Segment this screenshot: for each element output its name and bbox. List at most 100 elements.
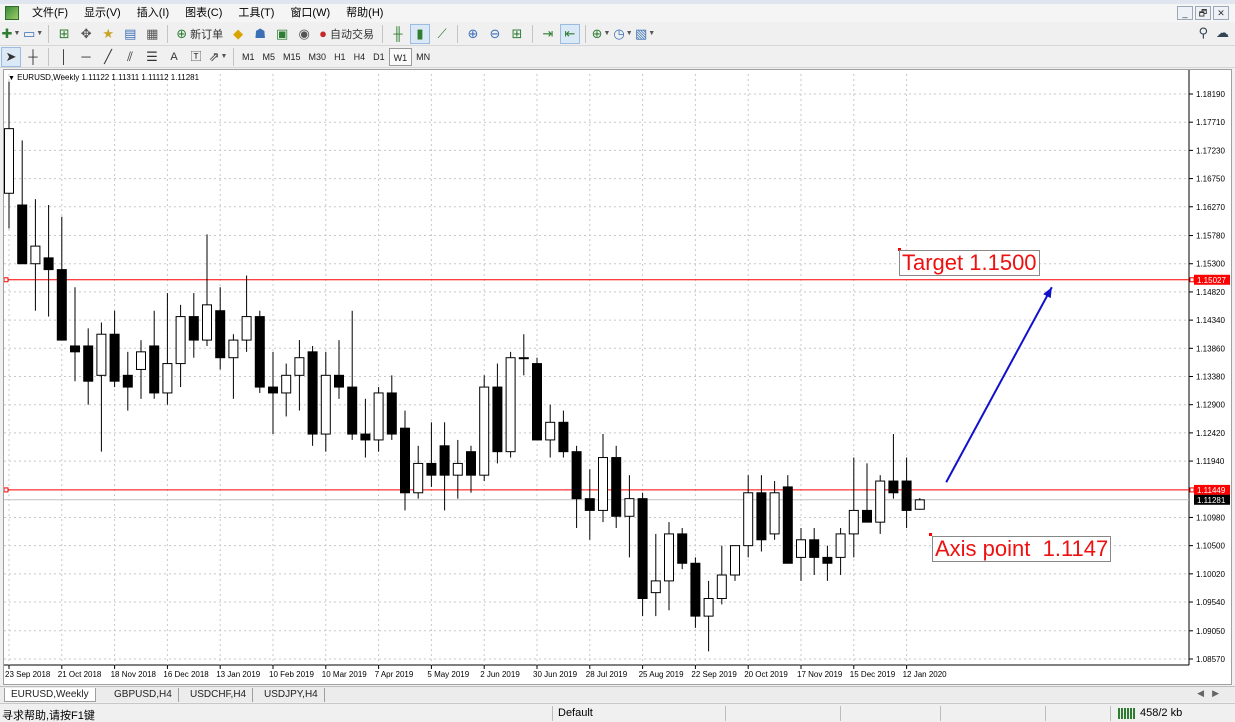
strategy-tester-button[interactable]: ▦ [142, 24, 162, 44]
signals-button[interactable]: ▣ [272, 24, 292, 44]
candle-bearish[interactable] [109, 333, 120, 382]
candle-bullish[interactable] [136, 351, 146, 370]
candle-bullish[interactable] [835, 533, 846, 558]
candle-bearish[interactable] [492, 386, 503, 453]
candle-bearish[interactable] [558, 421, 569, 453]
timeframe-h4[interactable]: H4 [350, 48, 370, 66]
candle-bullish[interactable] [96, 333, 107, 376]
chart-window[interactable]: 1.18190 1.17710 1.17230 1.16750 1.16270 1.157… [3, 69, 1232, 685]
candle-bullish[interactable] [505, 357, 516, 453]
navigator-button[interactable]: ★ [98, 24, 118, 44]
menu-tools[interactable]: 工具(T) [230, 4, 282, 22]
candle-bullish[interactable] [241, 316, 252, 341]
candle-bullish[interactable] [162, 363, 173, 394]
minimize-button[interactable]: _ [1177, 6, 1193, 20]
toggle-button[interactable]: ◉ [294, 24, 314, 44]
candle-bullish[interactable] [598, 457, 608, 511]
cursor-button[interactable]: ➤ [1, 46, 21, 67]
timeframe-m5[interactable]: M5 [259, 48, 280, 66]
candle-bearish[interactable] [43, 257, 54, 271]
axis-point-annotation[interactable]: Axis point 1.1147 [932, 536, 1112, 562]
candle-bearish[interactable] [677, 533, 688, 564]
candle-bearish[interactable] [149, 345, 160, 394]
trend-arrow-line[interactable] [945, 286, 1053, 483]
horizontal-line-button[interactable]: ─ [76, 47, 96, 67]
candle-bearish[interactable] [862, 509, 872, 523]
candle-bullish[interactable] [228, 339, 239, 359]
menu-file[interactable]: 文件(F) [24, 4, 76, 22]
zoom-out-button[interactable]: ⊖ [485, 24, 505, 44]
line-handle[interactable] [4, 277, 9, 283]
profiles-button[interactable]: ▭ ▼ [23, 24, 43, 44]
trendline-button[interactable]: ╱ [98, 47, 118, 67]
text-button[interactable]: A [164, 47, 184, 67]
line-handle[interactable] [1189, 277, 1195, 283]
candle-bullish[interactable] [650, 580, 661, 594]
line-handle[interactable] [4, 487, 9, 493]
timeframe-m1[interactable]: M1 [238, 48, 259, 66]
candle-bullish[interactable] [730, 545, 740, 576]
candle-bullish[interactable] [294, 357, 305, 376]
crosshair-button[interactable]: ┼ [23, 47, 43, 67]
candle-bullish[interactable] [518, 357, 529, 360]
candle-bullish[interactable] [320, 374, 331, 435]
arrows-button[interactable]: ⇗ ▼ [208, 47, 228, 67]
community-button[interactable]: ☗ [250, 24, 270, 44]
candle-bullish[interactable] [202, 304, 212, 341]
zoom-in-button[interactable]: ⊕ [463, 24, 483, 44]
candle-bearish[interactable] [611, 457, 622, 517]
candle-bullish[interactable] [373, 392, 384, 441]
candle-bullish[interactable] [796, 539, 806, 558]
candle-bullish[interactable] [30, 245, 41, 265]
new-order-button[interactable]: ⊕ 新订单 [173, 24, 226, 44]
tab-scroll-arrows[interactable]: ◀▶ [1197, 688, 1227, 699]
candle-bearish[interactable] [782, 486, 793, 564]
menu-charts[interactable]: 图表(C) [177, 4, 230, 22]
candle-bearish[interactable] [690, 562, 701, 617]
chat-icon[interactable]: ☁ [1216, 25, 1229, 41]
candle-bearish[interactable] [756, 492, 767, 541]
menu-view[interactable]: 显示(V) [76, 4, 129, 22]
candle-bearish[interactable] [584, 498, 595, 511]
candle-bearish[interactable] [254, 316, 265, 388]
menu-help[interactable]: 帮助(H) [338, 4, 391, 22]
tab-gbpusd-h4[interactable]: GBPUSD,H4 [108, 688, 179, 702]
candle-bearish[interactable] [571, 451, 582, 500]
market-watch-button[interactable]: ⊞ [54, 24, 74, 44]
tile-windows-button[interactable]: ⊞ [507, 24, 527, 44]
candle-bearish[interactable] [466, 451, 476, 476]
new-chart-button[interactable]: ✚ ▼ [1, 24, 21, 44]
candle-bullish[interactable] [743, 492, 754, 547]
target-annotation[interactable]: Target 1.1500 [899, 250, 1040, 276]
candle-bullish[interactable] [479, 386, 490, 476]
candle-bearish[interactable] [426, 462, 437, 476]
app-icon[interactable] [5, 6, 19, 20]
candle-bearish[interactable] [215, 310, 226, 359]
candle-bearish[interactable] [268, 386, 278, 394]
candle-bearish[interactable] [360, 433, 371, 441]
vertical-line-button[interactable]: │ [54, 47, 74, 67]
periods-button[interactable]: ◷ ▼ [613, 24, 633, 44]
restore-button[interactable]: 🗗 [1195, 6, 1211, 20]
line-chart-button[interactable]: ⟋ [432, 24, 452, 44]
candle-bearish[interactable] [439, 445, 450, 476]
close-button[interactable]: ✕ [1213, 6, 1229, 20]
chart-shift-button[interactable]: ⇥ [538, 24, 558, 44]
candle-bearish[interactable] [809, 539, 820, 558]
candle-bullish[interactable] [703, 598, 714, 617]
candle-bearish[interactable] [17, 204, 28, 265]
autoscroll-button[interactable]: ⇤ [560, 23, 580, 44]
candle-bullish[interactable] [769, 492, 780, 535]
tab-usdchf-h4[interactable]: USDCHF,H4 [184, 688, 254, 702]
fibonacci-button[interactable]: ☰ [142, 47, 162, 67]
candle-bearish[interactable] [386, 392, 397, 435]
connection-status-icon[interactable] [1118, 708, 1136, 719]
timeframe-h1[interactable]: H1 [330, 48, 350, 66]
candle-bearish[interactable] [307, 351, 318, 435]
indicators-button[interactable]: ⊕ ▼ [591, 24, 611, 44]
candle-bearish[interactable] [637, 498, 648, 600]
candle-bullish[interactable] [281, 374, 292, 394]
candlestick-button[interactable]: ▮ [410, 23, 430, 44]
search-icon[interactable]: ⚲ [1198, 25, 1208, 41]
candle-bearish[interactable] [188, 316, 199, 341]
